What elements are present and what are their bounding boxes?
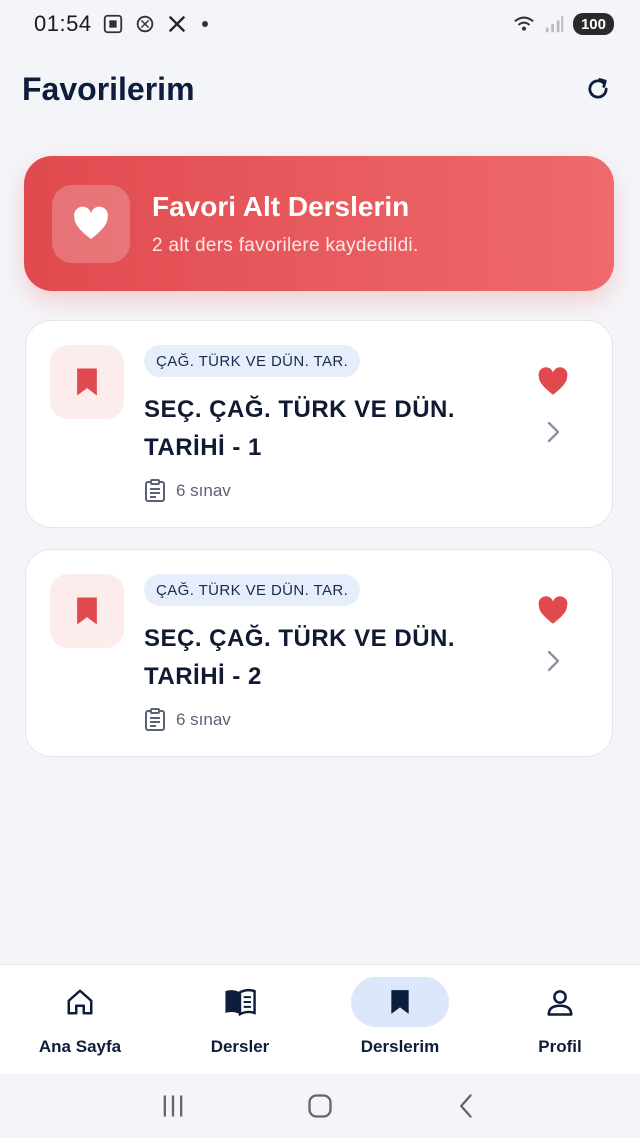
home-icon	[67, 989, 93, 1015]
banner-icon-box	[52, 184, 130, 263]
category-chip: ÇAĞ. TÜRK VE DÜN. TAR.	[144, 345, 361, 377]
status-left: 01:54	[34, 11, 208, 37]
nav-active-pill	[351, 977, 449, 1027]
chevron-right-icon	[542, 648, 564, 674]
nav-icon-wrap	[31, 977, 129, 1027]
category-chip: ÇAĞ. TÜRK VE DÜN. TAR.	[144, 574, 361, 606]
banner-text: Favori Alt Derslerin 2 alt ders favorile…	[152, 191, 419, 257]
banner-title: Favori Alt Derslerin	[152, 190, 410, 222]
back-chevron-icon	[459, 1094, 472, 1118]
card-meta: 6 sınav	[144, 479, 231, 503]
card-icon-box	[50, 345, 124, 419]
status-right: 100	[513, 13, 614, 35]
favorite-card[interactable]: ÇAĞ. TÜRK VE DÜN. TAR. SEÇ. ÇAĞ. TÜRK VE…	[25, 320, 613, 528]
bookmark-icon	[391, 990, 409, 1014]
bookmark-icon	[77, 368, 97, 396]
card-icon-box	[50, 574, 124, 648]
heart-icon	[74, 206, 108, 239]
heart-icon	[538, 367, 568, 395]
card-title: SEÇ. ÇAĞ. TÜRK VE DÜN. TARİHİ - 2	[144, 625, 456, 690]
battery-indicator: 100	[572, 13, 614, 35]
status-bar: 01:54 100	[0, 0, 640, 48]
favorite-toggle-button[interactable]	[536, 365, 570, 399]
home-circle-icon	[308, 1094, 332, 1118]
clipboard-icon	[145, 479, 165, 502]
refresh-button[interactable]	[578, 69, 618, 109]
nav-label: Profil	[538, 1037, 582, 1056]
status-time: 01:54	[34, 11, 92, 36]
bookmark-icon	[77, 597, 97, 625]
nav-icon-wrap	[511, 977, 609, 1027]
recents-button[interactable]	[153, 1086, 193, 1126]
home-system-button[interactable]	[300, 1086, 340, 1126]
nav-icon-wrap	[191, 977, 289, 1027]
openai-icon	[134, 13, 156, 35]
nav-item-courses[interactable]: Dersler	[160, 965, 320, 1074]
favorite-toggle-button[interactable]	[536, 594, 570, 628]
clipboard-icon	[145, 708, 165, 731]
notification-dot-icon	[201, 21, 208, 27]
app-header: Favorilerim	[0, 64, 640, 114]
banner-subtitle: 2 alt ders favorilere kaydedildi.	[152, 234, 419, 256]
system-navigation-bar	[0, 1074, 640, 1138]
nav-item-profile[interactable]: Profil	[480, 965, 640, 1074]
favorite-card[interactable]: ÇAĞ. TÜRK VE DÜN. TAR. SEÇ. ÇAĞ. TÜRK VE…	[25, 549, 613, 757]
nav-item-home[interactable]: Ana Sayfa	[0, 965, 160, 1074]
wifi-icon	[513, 13, 535, 35]
signal-icon	[543, 13, 565, 35]
screenshot-icon	[102, 13, 124, 35]
nav-label: Ana Sayfa	[38, 1037, 122, 1056]
favorites-banner: Favori Alt Derslerin 2 alt ders favorile…	[24, 156, 614, 291]
person-icon	[547, 990, 573, 1016]
chevron-right-icon	[542, 419, 564, 445]
back-button[interactable]	[447, 1086, 487, 1126]
refresh-icon	[588, 78, 608, 99]
recents-icon	[163, 1095, 183, 1117]
x-logo-icon	[166, 13, 188, 35]
heart-icon	[538, 596, 568, 624]
bottom-navigation: Ana Sayfa Dersler Derslerim Profil	[0, 964, 640, 1074]
book-icon	[225, 988, 256, 1017]
exam-count: 6 sınav	[176, 481, 231, 500]
card-meta: 6 sınav	[144, 708, 231, 732]
exam-count: 6 sınav	[176, 710, 231, 729]
nav-label: Dersler	[210, 1037, 270, 1056]
nav-label: Derslerim	[360, 1037, 440, 1056]
nav-item-my-courses[interactable]: Derslerim	[320, 965, 480, 1074]
page-title: Favorilerim	[22, 70, 195, 107]
card-title: SEÇ. ÇAĞ. TÜRK VE DÜN. TARİHİ - 1	[144, 396, 456, 461]
